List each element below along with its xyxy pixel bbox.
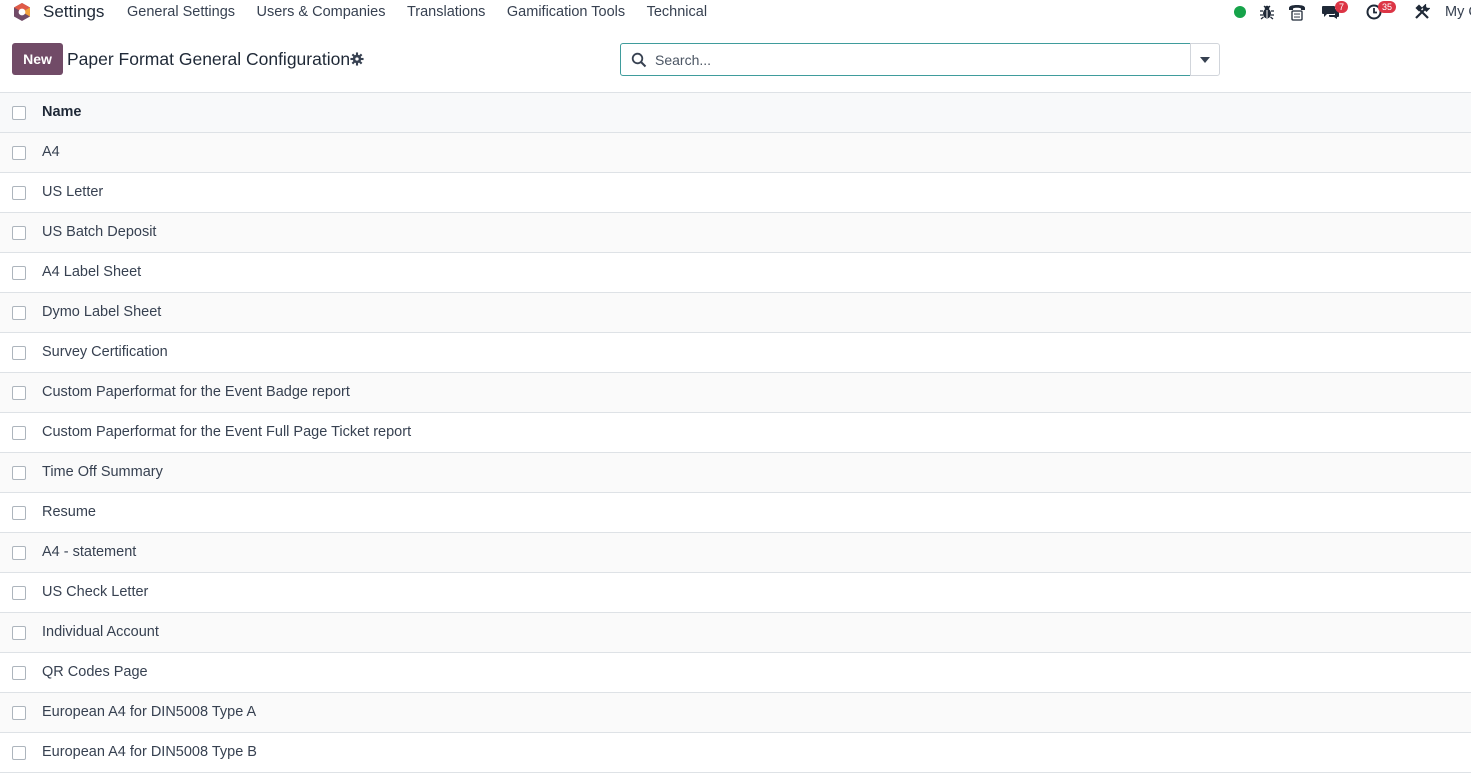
activities-count-badge: 35: [1378, 1, 1397, 13]
table-row[interactable]: Time Off Summary: [0, 453, 1471, 493]
presence-status-indicator: [1234, 6, 1246, 18]
menu-item-gamification-tools[interactable]: Gamification Tools: [507, 4, 625, 20]
messages-count-badge: 7: [1335, 1, 1349, 13]
row-checkbox[interactable]: [12, 266, 26, 280]
name-cell[interactable]: Custom Paperformat for the Event Full Pa…: [42, 424, 411, 440]
menu-item-general-settings[interactable]: General Settings: [127, 4, 235, 20]
table-row[interactable]: A4: [0, 133, 1471, 173]
name-cell[interactable]: A4 Label Sheet: [42, 264, 141, 280]
app-logo-icon[interactable]: [12, 2, 32, 22]
name-cell[interactable]: European A4 for DIN5008 Type B: [42, 744, 257, 760]
table-row[interactable]: QR Codes Page: [0, 653, 1471, 693]
table-row[interactable]: US Batch Deposit: [0, 213, 1471, 253]
list-view: Name A4 US Letter US Batch Deposit A4 Label…: [0, 92, 1471, 773]
menu-item-translations[interactable]: Translations: [407, 4, 485, 20]
row-checkbox[interactable]: [12, 426, 26, 440]
search-input[interactable]: [653, 48, 1183, 72]
table-row[interactable]: Dymo Label Sheet: [0, 293, 1471, 333]
tools-icon[interactable]: [1414, 4, 1430, 20]
table-row[interactable]: Custom Paperformat for the Event Badge r…: [0, 373, 1471, 413]
row-checkbox[interactable]: [12, 546, 26, 560]
app-name[interactable]: Settings: [43, 2, 104, 22]
main-menu: General Settings Users & Companies Trans…: [127, 4, 729, 20]
bug-icon[interactable]: [1259, 4, 1275, 20]
name-cell[interactable]: A4: [42, 144, 60, 160]
table-row[interactable]: A4 - statement: [0, 533, 1471, 573]
table-row[interactable]: US Letter: [0, 173, 1471, 213]
name-cell[interactable]: Survey Certification: [42, 344, 168, 360]
name-cell[interactable]: US Letter: [42, 184, 103, 200]
name-cell[interactable]: A4 - statement: [42, 544, 136, 560]
select-all-checkbox[interactable]: [12, 106, 26, 120]
row-checkbox[interactable]: [12, 386, 26, 400]
row-checkbox[interactable]: [12, 226, 26, 240]
row-checkbox[interactable]: [12, 466, 26, 480]
name-cell[interactable]: Resume: [42, 504, 96, 520]
name-cell[interactable]: Time Off Summary: [42, 464, 163, 480]
name-cell[interactable]: QR Codes Page: [42, 664, 148, 680]
search-bar: [620, 43, 1191, 76]
name-cell[interactable]: US Check Letter: [42, 584, 148, 600]
table-row[interactable]: European A4 for DIN5008 Type A: [0, 693, 1471, 733]
table-row[interactable]: US Check Letter: [0, 573, 1471, 613]
table-row[interactable]: Resume: [0, 493, 1471, 533]
row-checkbox[interactable]: [12, 746, 26, 760]
row-checkbox[interactable]: [12, 146, 26, 160]
row-checkbox[interactable]: [12, 186, 26, 200]
caret-down-icon: [1200, 56, 1210, 63]
row-checkbox[interactable]: [12, 506, 26, 520]
table-body: A4 US Letter US Batch Deposit A4 Label Shee…: [0, 133, 1471, 773]
row-checkbox[interactable]: [12, 666, 26, 680]
systray: 7 35: [1232, 0, 1471, 24]
name-cell[interactable]: Individual Account: [42, 624, 159, 640]
menu-item-users-companies[interactable]: Users & Companies: [257, 4, 386, 20]
status-dot: [1234, 6, 1246, 18]
search-options-toggle[interactable]: [1190, 43, 1220, 76]
phone-icon[interactable]: [1287, 3, 1307, 21]
page-title: Paper Format General Configuration: [67, 49, 351, 69]
new-button[interactable]: New: [12, 43, 63, 75]
table-row[interactable]: Individual Account: [0, 613, 1471, 653]
row-checkbox[interactable]: [12, 346, 26, 360]
column-header-name[interactable]: Name: [42, 104, 82, 120]
gear-icon[interactable]: [350, 52, 364, 66]
name-cell[interactable]: Custom Paperformat for the Event Badge r…: [42, 384, 350, 400]
name-cell[interactable]: Dymo Label Sheet: [42, 304, 161, 320]
table-row[interactable]: Custom Paperformat for the Event Full Pa…: [0, 413, 1471, 453]
row-checkbox[interactable]: [12, 586, 26, 600]
company-switcher[interactable]: My C: [1445, 4, 1471, 20]
row-checkbox[interactable]: [12, 706, 26, 720]
table-row[interactable]: A4 Label Sheet: [0, 253, 1471, 293]
top-navbar: Settings General Settings Users & Compan…: [0, 0, 1471, 24]
search-icon: [631, 52, 647, 68]
row-checkbox[interactable]: [12, 306, 26, 320]
name-cell[interactable]: US Batch Deposit: [42, 224, 156, 240]
table-row[interactable]: European A4 for DIN5008 Type B: [0, 733, 1471, 773]
row-checkbox[interactable]: [12, 626, 26, 640]
name-cell[interactable]: European A4 for DIN5008 Type A: [42, 704, 256, 720]
table-row[interactable]: Survey Certification: [0, 333, 1471, 373]
table-header-row: Name: [0, 93, 1471, 133]
menu-item-technical[interactable]: Technical: [647, 4, 707, 20]
